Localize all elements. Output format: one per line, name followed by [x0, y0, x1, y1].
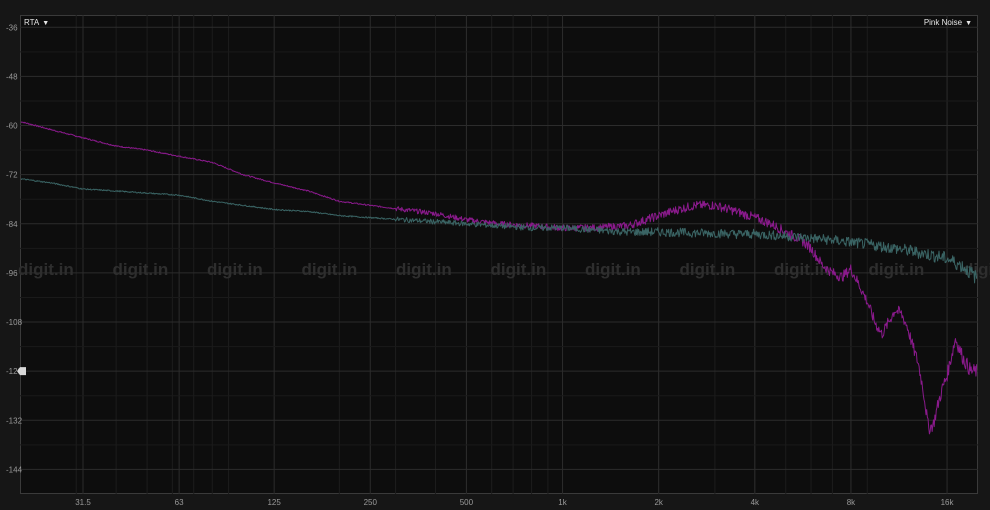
watermark-text: digit.in [869, 260, 925, 279]
watermark-text: digit.in [680, 260, 736, 279]
rta-analyzer-window: digit.in digit.in digit.in digit.in digit.in… [0, 0, 990, 510]
x-tick-label: 4k [751, 498, 760, 507]
mode-label: RTA [24, 18, 40, 27]
source-caret-icon: ▼ [965, 20, 972, 27]
y-tick-label: -72 [6, 171, 18, 180]
x-tick-label: 250 [364, 498, 378, 507]
source-label: Pink Noise [923, 18, 963, 27]
y-tick-label: -60 [6, 122, 18, 131]
y-tick-label: -108 [6, 318, 23, 327]
rta-chart: digit.in digit.in digit.in digit.in digit.in… [6, 15, 990, 507]
x-tick-label: 500 [460, 498, 474, 507]
x-tick-label: 1k [558, 498, 567, 507]
watermark-text: digit.in [113, 260, 169, 279]
x-tick-label: 8k [847, 498, 856, 507]
mode-caret-icon: ▼ [42, 20, 50, 27]
grid-lines [20, 15, 978, 494]
y-tick-label: -84 [6, 220, 18, 229]
y-tick-label: -132 [6, 416, 23, 425]
source-dropdown[interactable]: Pink Noise ▼ [924, 18, 972, 27]
x-tick-label: 16k [941, 498, 955, 507]
watermark-text: digit.in [396, 260, 452, 279]
x-tick-label: 2k [654, 498, 663, 507]
watermark-text: digit.in [207, 260, 263, 279]
watermark-text: digit.in [302, 260, 358, 279]
mode-dropdown[interactable]: RTA ▼ [24, 18, 49, 27]
x-tick-label: 63 [175, 498, 184, 507]
y-tick-label: -48 [6, 72, 18, 81]
watermark-text: digit.in [585, 260, 641, 279]
y-tick-label: -36 [6, 23, 18, 32]
y-tick-label: -96 [6, 269, 18, 278]
watermark-text: digit.in [18, 260, 74, 279]
x-tick-label: 31.5 [75, 498, 91, 507]
watermark-text: digit.in [491, 260, 547, 279]
y-tick-label: -144 [6, 465, 23, 474]
x-tick-labels: 31.5 63 125 250 500 1k 2k 4k 8k 16k [75, 498, 954, 507]
x-tick-label: 125 [267, 498, 281, 507]
